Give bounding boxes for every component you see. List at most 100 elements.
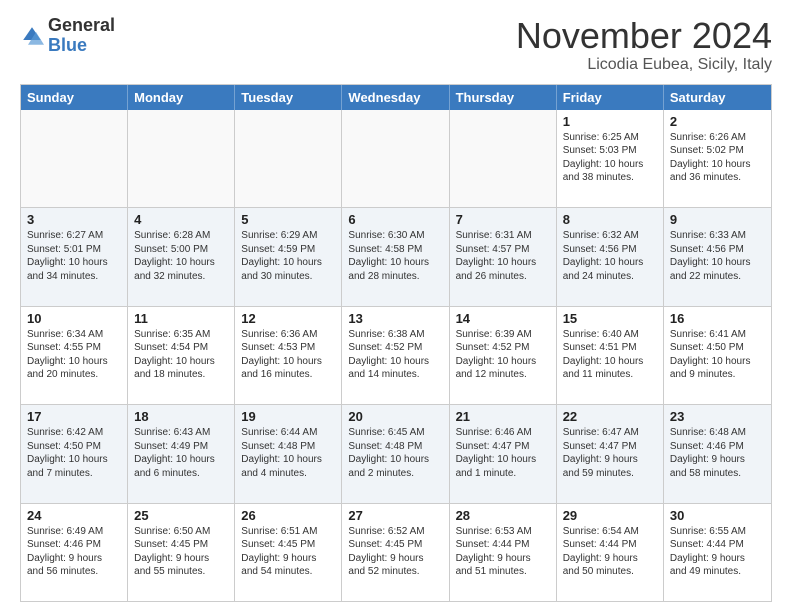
cell-2-6: 16 Sunrise: 6:41 AM Sunset: 4:50 PM Dayli… [664,307,771,404]
top-section: General Blue November 2024 Licodia Eubea… [20,16,772,74]
header-friday: Friday [557,85,664,110]
day-number-0-5: 1 [563,114,657,129]
calendar-body: 1 Sunrise: 6:25 AM Sunset: 5:03 PM Daylig… [21,110,771,601]
day-info-3-4: Sunrise: 6:46 AM Sunset: 4:47 PM Dayligh… [456,426,550,480]
header-thursday: Thursday [450,85,557,110]
title-section: November 2024 Licodia Eubea, Sicily, Ita… [516,16,772,74]
day-info-2-6: Sunrise: 6:41 AM Sunset: 4:50 PM Dayligh… [670,328,765,382]
day-info-2-4: Sunrise: 6:39 AM Sunset: 4:52 PM Dayligh… [456,328,550,382]
cell-4-4: 28 Sunrise: 6:53 AM Sunset: 4:44 PM Dayli… [450,504,557,601]
day-number-1-1: 4 [134,212,228,227]
day-number-1-4: 7 [456,212,550,227]
cell-1-1: 4Sunrise: 6:28 AM Sunset: 5:00 PM Daylig… [128,208,235,305]
cell-3-6: 23Sunrise: 6:48 AM Sunset: 4:46 PM Dayli… [664,405,771,502]
calendar-row-1: 3 Sunrise: 6:27 AM Sunset: 5:01 PM Daylig… [21,208,771,306]
day-info-0-6: Sunrise: 6:26 AM Sunset: 5:02 PM Dayligh… [670,131,765,185]
day-number-1-5: 8 [563,212,657,227]
calendar: Sunday Monday Tuesday Wednesday Thursday… [20,84,772,602]
day-info-2-1: Sunrise: 6:35 AM Sunset: 4:54 PM Dayligh… [134,328,228,382]
day-number-3-6: 23 [670,409,765,424]
cell-0-4 [450,110,557,207]
day-info-2-3: Sunrise: 6:38 AM Sunset: 4:52 PM Dayligh… [348,328,442,382]
day-number-1-3: 6 [348,212,442,227]
day-info-3-3: Sunrise: 6:45 AM Sunset: 4:48 PM Dayligh… [348,426,442,480]
day-number-3-3: 20 [348,409,442,424]
day-info-4-1: Sunrise: 6:50 AM Sunset: 4:45 PM Dayligh… [134,525,228,579]
logo-blue: Blue [48,35,87,55]
cell-1-2: 5 Sunrise: 6:29 AM Sunset: 4:59 PM Daylig… [235,208,342,305]
day-info-4-0: Sunrise: 6:49 AM Sunset: 4:46 PM Dayligh… [27,525,121,579]
day-info-4-5: Sunrise: 6:54 AM Sunset: 4:44 PM Dayligh… [563,525,657,579]
cell-4-3: 27 Sunrise: 6:52 AM Sunset: 4:45 PM Dayli… [342,504,449,601]
day-info-3-0: Sunrise: 6:42 AM Sunset: 4:50 PM Dayligh… [27,426,121,480]
day-number-3-5: 22 [563,409,657,424]
day-number-4-3: 27 [348,508,442,523]
cell-1-6: 9Sunrise: 6:33 AM Sunset: 4:56 PM Daylig… [664,208,771,305]
day-info-2-2: Sunrise: 6:36 AM Sunset: 4:53 PM Dayligh… [241,328,335,382]
day-number-2-5: 15 [563,311,657,326]
day-info-4-4: Sunrise: 6:53 AM Sunset: 4:44 PM Dayligh… [456,525,550,579]
day-number-4-6: 30 [670,508,765,523]
cell-2-5: 15Sunrise: 6:40 AM Sunset: 4:51 PM Dayli… [557,307,664,404]
day-number-1-2: 5 [241,212,335,227]
day-number-3-2: 19 [241,409,335,424]
day-info-1-0: Sunrise: 6:27 AM Sunset: 5:01 PM Dayligh… [27,229,121,283]
day-info-4-6: Sunrise: 6:55 AM Sunset: 4:44 PM Dayligh… [670,525,765,579]
day-number-1-0: 3 [27,212,121,227]
day-info-1-2: Sunrise: 6:29 AM Sunset: 4:59 PM Dayligh… [241,229,335,283]
day-info-1-3: Sunrise: 6:30 AM Sunset: 4:58 PM Dayligh… [348,229,442,283]
calendar-row-3: 17 Sunrise: 6:42 AM Sunset: 4:50 PM Dayli… [21,405,771,503]
day-number-4-0: 24 [27,508,121,523]
day-number-2-2: 12 [241,311,335,326]
cell-1-5: 8Sunrise: 6:32 AM Sunset: 4:56 PM Daylig… [557,208,664,305]
logo-general: General [48,15,115,35]
header-wednesday: Wednesday [342,85,449,110]
calendar-row-2: 10 Sunrise: 6:34 AM Sunset: 4:55 PM Dayli… [21,307,771,405]
cell-3-1: 18 Sunrise: 6:43 AM Sunset: 4:49 PM Dayli… [128,405,235,502]
day-number-3-4: 21 [456,409,550,424]
day-number-0-6: 2 [670,114,765,129]
cell-3-4: 21 Sunrise: 6:46 AM Sunset: 4:47 PM Dayli… [450,405,557,502]
cell-0-1 [128,110,235,207]
day-info-1-4: Sunrise: 6:31 AM Sunset: 4:57 PM Dayligh… [456,229,550,283]
cell-1-4: 7 Sunrise: 6:31 AM Sunset: 4:57 PM Daylig… [450,208,557,305]
cell-3-0: 17 Sunrise: 6:42 AM Sunset: 4:50 PM Dayli… [21,405,128,502]
day-number-4-4: 28 [456,508,550,523]
cell-2-4: 14Sunrise: 6:39 AM Sunset: 4:52 PM Dayli… [450,307,557,404]
cell-0-2 [235,110,342,207]
day-info-3-2: Sunrise: 6:44 AM Sunset: 4:48 PM Dayligh… [241,426,335,480]
day-info-0-5: Sunrise: 6:25 AM Sunset: 5:03 PM Dayligh… [563,131,657,185]
day-info-4-3: Sunrise: 6:52 AM Sunset: 4:45 PM Dayligh… [348,525,442,579]
day-number-2-6: 16 [670,311,765,326]
day-number-4-1: 25 [134,508,228,523]
cell-2-3: 13Sunrise: 6:38 AM Sunset: 4:52 PM Dayli… [342,307,449,404]
cell-4-0: 24 Sunrise: 6:49 AM Sunset: 4:46 PM Dayli… [21,504,128,601]
cell-4-2: 26Sunrise: 6:51 AM Sunset: 4:45 PM Dayli… [235,504,342,601]
cell-0-6: 2 Sunrise: 6:26 AM Sunset: 5:02 PM Daylig… [664,110,771,207]
cell-1-0: 3 Sunrise: 6:27 AM Sunset: 5:01 PM Daylig… [21,208,128,305]
main-title: November 2024 [516,16,772,56]
day-number-2-0: 10 [27,311,121,326]
day-info-4-2: Sunrise: 6:51 AM Sunset: 4:45 PM Dayligh… [241,525,335,579]
day-info-1-6: Sunrise: 6:33 AM Sunset: 4:56 PM Dayligh… [670,229,765,283]
cell-0-3 [342,110,449,207]
day-info-3-1: Sunrise: 6:43 AM Sunset: 4:49 PM Dayligh… [134,426,228,480]
logo-icon [20,24,44,48]
cell-4-1: 25 Sunrise: 6:50 AM Sunset: 4:45 PM Dayli… [128,504,235,601]
calendar-row-4: 24 Sunrise: 6:49 AM Sunset: 4:46 PM Dayli… [21,504,771,601]
cell-0-5: 1 Sunrise: 6:25 AM Sunset: 5:03 PM Daylig… [557,110,664,207]
day-info-2-0: Sunrise: 6:34 AM Sunset: 4:55 PM Dayligh… [27,328,121,382]
header-saturday: Saturday [664,85,771,110]
day-info-3-5: Sunrise: 6:47 AM Sunset: 4:47 PM Dayligh… [563,426,657,480]
cell-4-6: 30 Sunrise: 6:55 AM Sunset: 4:44 PM Dayli… [664,504,771,601]
cell-1-3: 6 Sunrise: 6:30 AM Sunset: 4:58 PM Daylig… [342,208,449,305]
calendar-header: Sunday Monday Tuesday Wednesday Thursday… [21,85,771,110]
header-tuesday: Tuesday [235,85,342,110]
cell-2-2: 12 Sunrise: 6:36 AM Sunset: 4:53 PM Dayli… [235,307,342,404]
header-sunday: Sunday [21,85,128,110]
page: General Blue November 2024 Licodia Eubea… [0,0,792,612]
cell-2-1: 11Sunrise: 6:35 AM Sunset: 4:54 PM Dayli… [128,307,235,404]
day-number-3-0: 17 [27,409,121,424]
day-number-3-1: 18 [134,409,228,424]
logo-text: General Blue [48,16,115,56]
